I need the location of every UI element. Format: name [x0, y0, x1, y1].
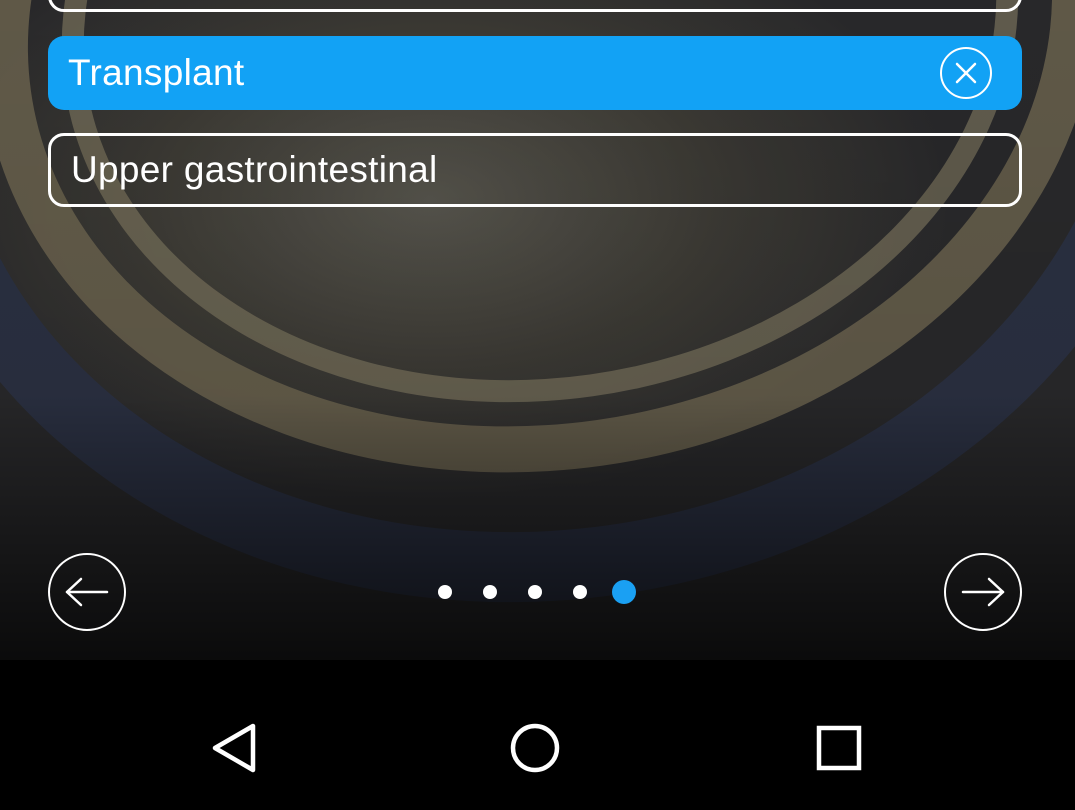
system-navigation-bar	[0, 688, 1075, 810]
circle-home-icon	[510, 723, 560, 773]
option-partial-top[interactable]	[48, 0, 1022, 12]
option-upper-gastrointestinal-label: Upper gastrointestinal	[71, 149, 438, 190]
page-dot	[438, 585, 452, 599]
page-dot	[573, 585, 587, 599]
page-dot	[528, 585, 542, 599]
triangle-back-icon	[212, 723, 256, 773]
arrow-right-icon	[961, 577, 1005, 607]
previous-button[interactable]	[48, 553, 126, 631]
clear-selection-button[interactable]	[940, 47, 992, 99]
page-dot	[483, 585, 497, 599]
option-transplant-label: Transplant	[68, 52, 245, 93]
next-button[interactable]	[944, 553, 1022, 631]
system-back-button[interactable]	[204, 718, 264, 778]
arrow-left-icon	[65, 577, 109, 607]
system-home-button[interactable]	[505, 718, 565, 778]
option-upper-gastrointestinal[interactable]: Upper gastrointestinal	[48, 133, 1022, 207]
system-recents-button[interactable]	[809, 718, 869, 778]
option-transplant[interactable]: Transplant	[48, 36, 1022, 110]
square-recents-icon	[816, 725, 862, 771]
close-icon	[955, 62, 977, 84]
page-dot-active	[612, 580, 636, 604]
